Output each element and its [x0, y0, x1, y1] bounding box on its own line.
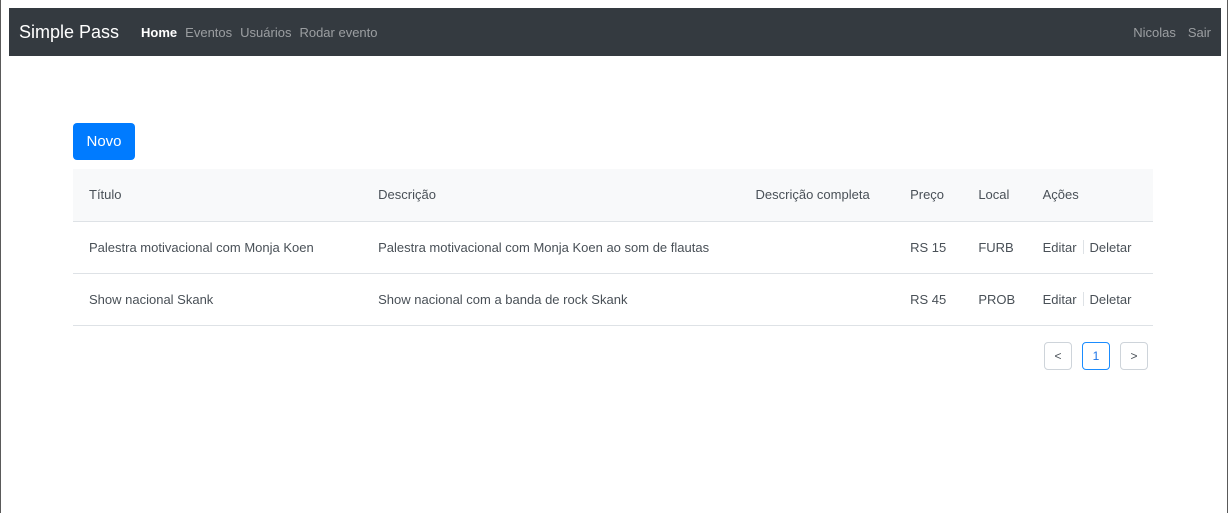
edit-link[interactable]: Editar — [1043, 240, 1077, 255]
app-window: Simple Pass Home Eventos Usuários Rodar … — [0, 0, 1228, 513]
header-acoes: Ações — [1042, 169, 1153, 222]
table-row: Show nacional Skank Show nacional com a … — [73, 273, 1153, 326]
nav-user-area: Nicolas Sair — [1121, 25, 1211, 40]
nav-rodar-evento[interactable]: Rodar evento — [299, 25, 377, 40]
nav-eventos[interactable]: Eventos — [185, 25, 232, 40]
cell-descricao: Palestra motivacional com Monja Koen ao … — [378, 221, 756, 274]
action-divider — [1082, 240, 1084, 254]
cell-descricao: Show nacional com a banda de rock Skank — [378, 273, 756, 326]
events-table-container: Título Descrição Descrição completa Preç… — [73, 169, 1153, 326]
cell-local: FURB — [978, 221, 1043, 274]
cell-titulo: Show nacional Skank — [73, 273, 379, 326]
cell-preco: RS 15 — [910, 221, 979, 274]
header-titulo: Título — [73, 169, 379, 222]
chevron-right-icon: > — [1130, 349, 1138, 363]
delete-link[interactable]: Deletar — [1090, 240, 1132, 255]
cell-descricao-completa — [755, 221, 911, 274]
cell-titulo: Palestra motivacional com Monja Koen — [73, 221, 379, 274]
pagination-prev-button[interactable]: < — [1044, 342, 1072, 370]
nav-usuarios[interactable]: Usuários — [240, 25, 291, 40]
header-preco: Preço — [910, 169, 979, 222]
cell-acoes: Editar Deletar — [1042, 221, 1153, 274]
cell-acoes: Editar Deletar — [1042, 273, 1153, 326]
cell-local: PROB — [978, 273, 1043, 326]
action-divider — [1082, 292, 1084, 306]
edit-link[interactable]: Editar — [1043, 292, 1077, 307]
header-local: Local — [978, 169, 1043, 222]
cell-preco: RS 45 — [910, 273, 979, 326]
new-event-button[interactable]: Novo — [73, 123, 135, 160]
events-table: Título Descrição Descrição completa Preç… — [73, 169, 1153, 326]
chevron-left-icon: < — [1054, 349, 1062, 363]
cell-descricao-completa — [755, 273, 911, 326]
pagination-page-button[interactable]: 1 — [1082, 342, 1110, 370]
header-descricao-completa: Descrição completa — [755, 169, 911, 222]
pagination: < 1 > — [1044, 342, 1148, 370]
nav-user-name[interactable]: Nicolas — [1133, 25, 1176, 40]
header-descricao: Descrição — [378, 169, 756, 222]
nav-home[interactable]: Home — [141, 25, 177, 40]
table-row: Palestra motivacional com Monja Koen Pal… — [73, 221, 1153, 274]
top-navbar: Simple Pass Home Eventos Usuários Rodar … — [9, 8, 1221, 56]
delete-link[interactable]: Deletar — [1090, 292, 1132, 307]
brand-logo[interactable]: Simple Pass — [19, 22, 119, 43]
nav-logout[interactable]: Sair — [1188, 25, 1211, 40]
pagination-next-button[interactable]: > — [1120, 342, 1148, 370]
table-header-row: Título Descrição Descrição completa Preç… — [73, 169, 1153, 222]
